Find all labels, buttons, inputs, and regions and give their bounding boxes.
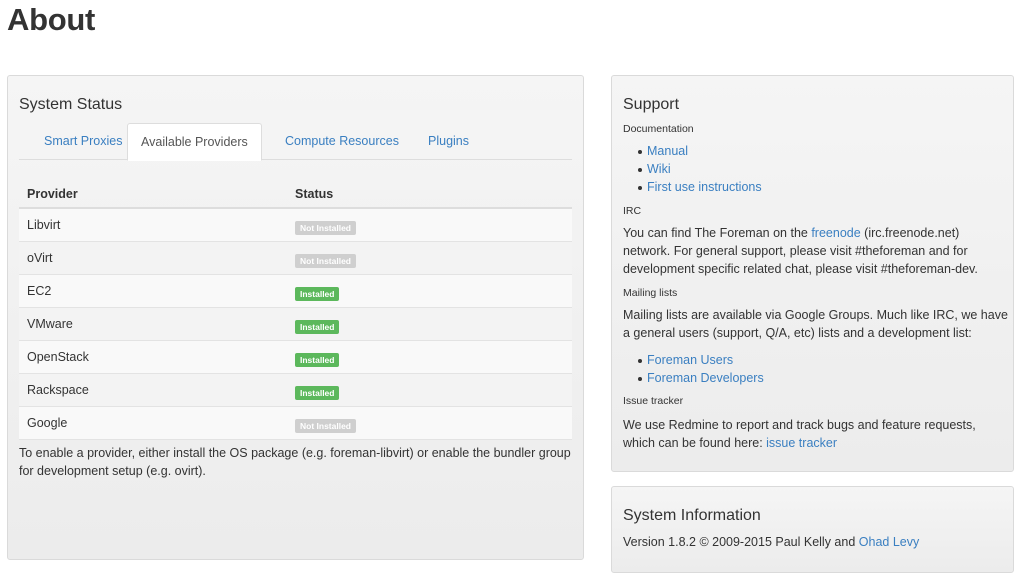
provider-tabs: Smart Proxies Available Providers Comput… (19, 123, 572, 161)
mailing-lists-title: Mailing lists (623, 287, 678, 299)
table-header: Provider Status (19, 179, 572, 209)
documentation-title: Documentation (623, 123, 694, 135)
wiki-link[interactable]: Wiki (647, 162, 671, 176)
irc-text: You can find The Foreman on the freenode… (623, 224, 1008, 278)
provider-name: Google (27, 416, 68, 430)
providers-footnote: To enable a provider, either install the… (19, 446, 571, 478)
system-information-heading: System Information (623, 507, 761, 524)
status-badge: Installed (295, 287, 340, 301)
table-row: OpenStack Installed (19, 341, 572, 374)
system-information-panel: System Information Version 1.8.2 © 2009-… (611, 486, 1014, 573)
status-badge: Not Installed (295, 221, 357, 235)
foreman-users-link[interactable]: Foreman Users (647, 353, 733, 367)
status-badge: Not Installed (295, 419, 357, 433)
tab-smart-proxies[interactable]: Smart Proxies (31, 123, 136, 160)
ohad-levy-link[interactable]: Ohad Levy (859, 535, 919, 549)
issue-tracker-text: We use Redmine to report and track bugs … (623, 416, 1008, 452)
provider-name: oVirt (27, 251, 53, 265)
table-row: VMware Installed (19, 308, 572, 341)
support-panel: Support Documentation Manual Wiki First … (611, 75, 1014, 472)
provider-name: Rackspace (27, 383, 89, 397)
table-row: Rackspace Installed (19, 374, 572, 407)
first-use-instructions-link[interactable]: First use instructions (647, 180, 762, 194)
column-header-status: Status (295, 187, 334, 201)
provider-name: VMware (27, 317, 73, 331)
table-row: Google Not Installed (19, 407, 572, 440)
version-text-before: Version 1.8.2 © 2009-2015 Paul Kelly and (623, 535, 859, 549)
table-row: Libvirt Not Installed (19, 209, 572, 242)
status-badge: Installed (295, 353, 340, 367)
support-heading: Support (623, 96, 680, 113)
status-badge: Installed (295, 386, 340, 400)
version-text: Version 1.8.2 © 2009-2015 Paul Kelly and… (623, 533, 1008, 551)
system-status-heading: System Status (19, 96, 123, 113)
column-header-provider: Provider (27, 187, 78, 201)
system-status-panel: System Status Smart Proxies Available Pr… (7, 75, 584, 560)
page-title: About (7, 2, 96, 37)
mailing-lists-text: Mailing lists are available via Google G… (623, 308, 1008, 340)
documentation-links: Manual Wiki First use instructions (638, 142, 762, 196)
irc-title: IRC (623, 205, 642, 217)
issue-tracker-link[interactable]: issue tracker (766, 436, 837, 450)
irc-text-before: You can find The Foreman on the (623, 226, 812, 240)
tab-available-providers[interactable]: Available Providers (127, 123, 262, 161)
issue-tracker-title: Issue tracker (623, 395, 684, 407)
mailing-lists-links: Foreman Users Foreman Developers (638, 351, 764, 387)
status-badge: Not Installed (295, 254, 357, 268)
provider-name: EC2 (27, 284, 52, 298)
providers-table: Provider Status Libvirt Not Installed oV… (19, 179, 572, 440)
freenode-link[interactable]: freenode (811, 226, 860, 240)
provider-name: Libvirt (27, 218, 61, 232)
status-badge: Installed (295, 320, 340, 334)
table-row: oVirt Not Installed (19, 242, 572, 275)
foreman-developers-link[interactable]: Foreman Developers (647, 371, 764, 385)
manual-link[interactable]: Manual (647, 144, 688, 158)
tab-compute-resources[interactable]: Compute Resources (272, 123, 412, 160)
table-row: EC2 Installed (19, 275, 572, 308)
tab-plugins[interactable]: Plugins (415, 123, 482, 160)
provider-name: OpenStack (27, 350, 89, 364)
